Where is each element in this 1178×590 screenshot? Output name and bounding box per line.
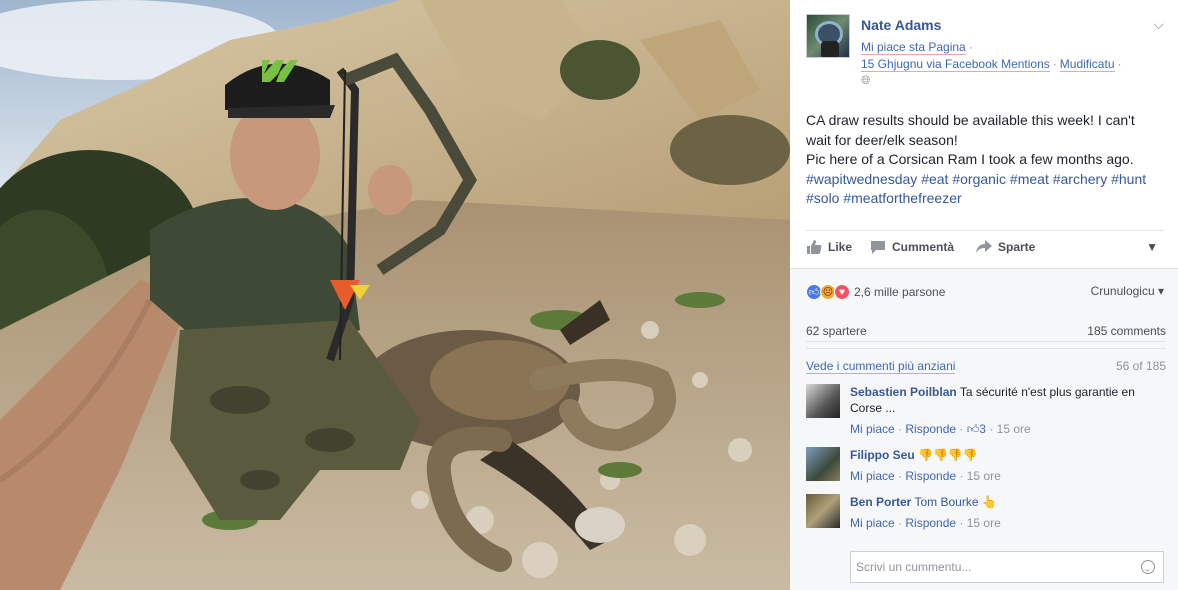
- hashtag[interactable]: #wapitwednesday: [806, 171, 917, 187]
- comment-button[interactable]: Cummentà: [870, 240, 954, 254]
- globe-icon: 🌐︎: [861, 73, 871, 87]
- hashtag[interactable]: #meat: [1010, 171, 1049, 187]
- like-page-line: Mi piace sta Pagina ·: [861, 40, 973, 55]
- comment-reply-link[interactable]: Risponde: [905, 516, 956, 530]
- post-date-link[interactable]: 15 Ghjugnu via Facebook Mentions: [861, 57, 1050, 72]
- emoji-icon[interactable]: [1141, 560, 1155, 574]
- avatar[interactable]: [806, 384, 840, 418]
- comment-time[interactable]: 15 ore: [967, 516, 1001, 530]
- photo-illustration: [0, 0, 790, 590]
- sort-dropdown[interactable]: Crunulogicu ▾: [1091, 284, 1164, 298]
- post-panel: Nate Adams Mi piace sta Pagina · 15 Ghjug…: [790, 0, 1178, 590]
- action-bar: Like Cummentà Sparte ▼: [806, 230, 1164, 266]
- comment-meta: Mi piace · Risponde · 15 ore: [850, 516, 1001, 530]
- post-header: Nate Adams Mi piace sta Pagina · 15 Ghjug…: [806, 14, 1166, 94]
- post-text: CA draw results should be available this…: [806, 111, 1156, 209]
- hashtag[interactable]: #eat: [921, 171, 948, 187]
- comment-input[interactable]: [851, 552, 1131, 582]
- share-button[interactable]: Sparte: [976, 240, 1035, 254]
- post-photo[interactable]: [0, 0, 790, 590]
- date-line: 15 Ghjugnu via Facebook Mentions · Mudific…: [861, 57, 1122, 72]
- like-label: Like: [828, 240, 853, 254]
- comment-icon: [871, 241, 885, 254]
- comment-meta: Mi piace · Risponde · 15 ore: [850, 469, 1001, 483]
- love-reaction-icon: ♥: [834, 284, 850, 300]
- comment-like-link[interactable]: Mi piace: [850, 516, 895, 530]
- comment-reply-link[interactable]: Risponde: [905, 422, 956, 436]
- more-comments-row: Vede i cummenti più anziani 56 of 185: [806, 359, 1166, 374]
- hashtag[interactable]: #archery: [1053, 171, 1107, 187]
- hashtag[interactable]: #organic: [952, 171, 1006, 187]
- comment-time[interactable]: 15 ore: [997, 422, 1031, 436]
- comment-text: 👎👎👎👎: [918, 448, 978, 462]
- post-line-2: Pic here of a Corsican Ram I took a few …: [806, 151, 1134, 167]
- comment-author[interactable]: Ben Porter: [850, 495, 911, 509]
- comments-count[interactable]: 185 comments: [1087, 324, 1166, 338]
- reaction-count[interactable]: 2,6 mille parsone: [854, 285, 945, 299]
- share-label: Sparte: [998, 240, 1036, 254]
- like-button[interactable]: Like: [806, 240, 852, 254]
- thumbs-up-icon: 👍︎: [966, 422, 980, 436]
- edited-link[interactable]: Mudificatu: [1059, 57, 1115, 72]
- avatar[interactable]: [806, 494, 840, 528]
- hashtag[interactable]: #solo: [806, 190, 839, 206]
- post-line-1: CA draw results should be available this…: [806, 112, 1135, 148]
- thumbs-up-icon: [807, 240, 822, 254]
- comment-author[interactable]: Filippo Seu: [850, 448, 915, 462]
- avatar[interactable]: [806, 447, 840, 481]
- like-page-link[interactable]: Mi piace sta Pagina: [861, 40, 966, 55]
- comment-like-link[interactable]: Mi piace: [850, 422, 895, 436]
- comment-reply-link[interactable]: Risponde: [905, 469, 956, 483]
- comment-composer: [850, 551, 1164, 583]
- comment-time[interactable]: 15 ore: [967, 469, 1001, 483]
- hashtag[interactable]: #hunt: [1111, 171, 1146, 187]
- comment-tag[interactable]: Tom Bourke: [914, 495, 978, 509]
- page-name[interactable]: Nate Adams: [861, 17, 941, 33]
- comment-text: 👆: [981, 495, 997, 509]
- comment-meta: Mi piace · Risponde · 👍︎3 · 15 ore: [850, 422, 1031, 436]
- comments-section: 👍︎ ☹ ♥ 2,6 mille parsone Crunulogicu ▾ 6…: [790, 268, 1178, 590]
- counts-row: 62 spartere 185 comments: [806, 324, 1166, 342]
- reactions-row[interactable]: 👍︎ ☹ ♥ 2,6 mille parsone Crunulogicu ▾: [806, 281, 1166, 303]
- share-icon: [976, 240, 992, 253]
- comment-like-link[interactable]: Mi piace: [850, 469, 895, 483]
- shares-count[interactable]: 62 spartere: [806, 324, 867, 338]
- page-avatar[interactable]: [806, 14, 850, 58]
- hashtag[interactable]: #meatforthefreezer: [843, 190, 961, 206]
- caret-down-icon[interactable]: ▼: [1146, 240, 1158, 254]
- comment-label: Cummentà: [892, 240, 955, 254]
- comment-author[interactable]: Sebastien Poilblan: [850, 385, 957, 399]
- view-older-comments-link[interactable]: Vede i cummenti più anziani: [806, 359, 956, 374]
- chevron-down-icon[interactable]: ⌵: [1153, 16, 1164, 33]
- comments-page-count: 56 of 185: [1115, 359, 1166, 373]
- comment-like-count[interactable]: 3: [979, 422, 986, 436]
